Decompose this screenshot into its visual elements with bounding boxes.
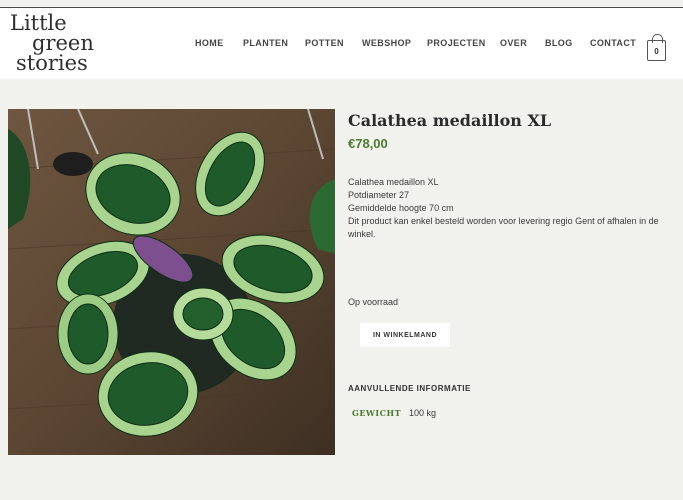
description-line: Potdiameter 27 <box>348 190 410 200</box>
product-image[interactable] <box>8 109 335 455</box>
cart-button[interactable]: 0 <box>647 34 666 61</box>
cart-count: 0 <box>654 47 659 56</box>
site-header: Little green stories HOME PLANTEN POTTEN… <box>0 8 683 79</box>
site-logo[interactable]: Little green stories <box>10 13 100 77</box>
description-line: Dit product kan enkel besteld worden voo… <box>348 216 659 239</box>
product-price: €78,00 <box>348 136 388 151</box>
add-to-cart-button[interactable]: IN WINKELMAND <box>360 323 450 347</box>
nav-item-contact[interactable]: CONTACT <box>590 38 636 48</box>
plant-photo <box>8 109 335 455</box>
nav-item-potten[interactable]: POTTEN <box>305 38 344 48</box>
product-title: Calathea medaillon XL <box>348 111 552 130</box>
nav-item-projecten[interactable]: PROJECTEN <box>427 38 486 48</box>
description-line: Calathea medaillon XL <box>348 177 439 187</box>
nav-item-webshop[interactable]: WEBSHOP <box>362 38 411 48</box>
nav-item-home[interactable]: HOME <box>195 38 224 48</box>
shopping-bag-icon <box>652 34 663 43</box>
additional-info-heading: AANVULLENDE INFORMATIE <box>348 384 471 393</box>
nav-item-planten[interactable]: PLANTEN <box>243 38 288 48</box>
nav-item-blog[interactable]: BLOG <box>545 38 573 48</box>
stock-status: Op voorraad <box>348 297 399 307</box>
description-line: Gemiddelde hoogte 70 cm <box>348 203 454 213</box>
weight-value: 100 kg <box>409 408 437 418</box>
nav-item-over[interactable]: OVER <box>500 38 527 48</box>
product-description: Calathea medaillon XL Potdiameter 27 Gem… <box>348 176 673 241</box>
weight-label: GEWICHT <box>352 408 402 418</box>
logo-text-line3: stories <box>16 51 88 75</box>
